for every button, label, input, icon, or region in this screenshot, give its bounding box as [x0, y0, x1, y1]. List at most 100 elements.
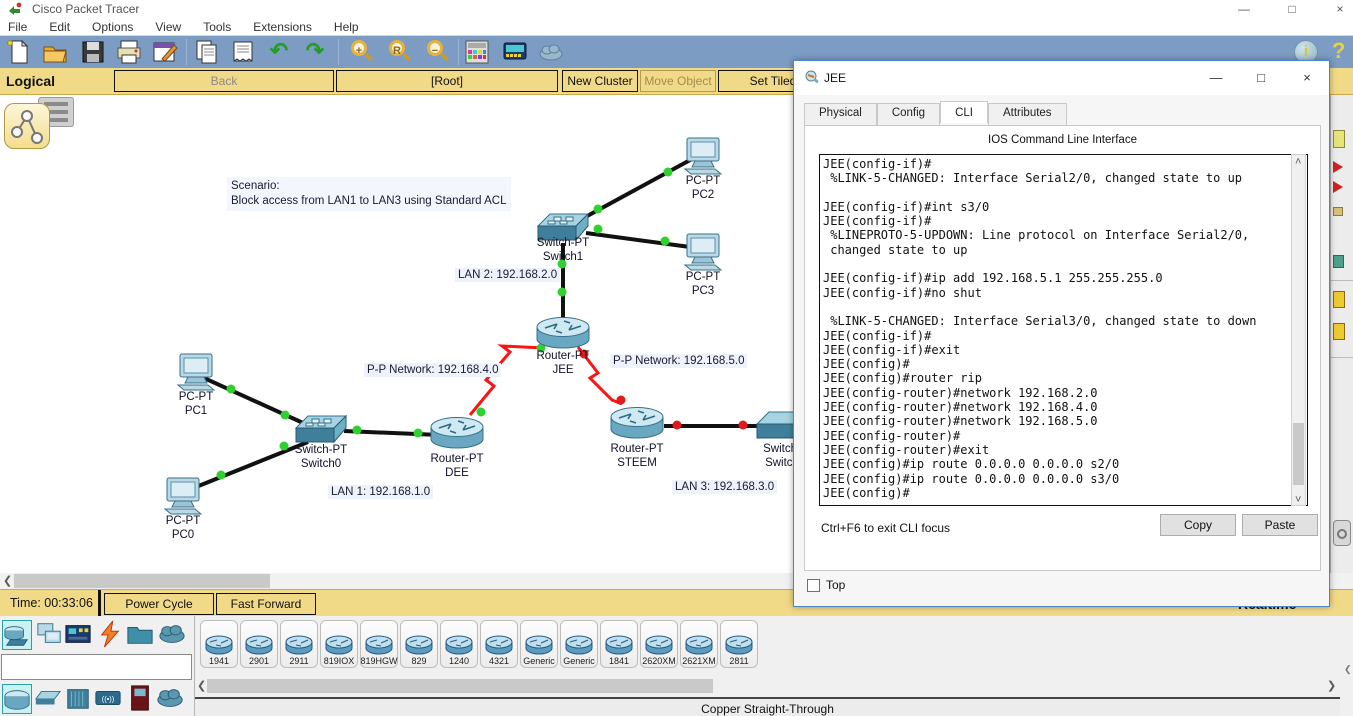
- device-model-button[interactable]: 819HGW: [360, 620, 398, 668]
- cli-terminal[interactable]: JEE(config-if)# %LINK-5-CHANGED: Interfa…: [819, 154, 1308, 506]
- scroll-left-icon[interactable]: ❮: [3, 573, 12, 589]
- tab-config[interactable]: Config: [876, 103, 941, 125]
- device-model-button[interactable]: Generic: [520, 620, 558, 668]
- print-icon[interactable]: [116, 39, 142, 65]
- device-switch0[interactable]: [294, 415, 348, 445]
- palette-scrollbar[interactable]: ❮ ❯: [195, 678, 1340, 694]
- menu-item[interactable]: Tools: [203, 20, 231, 34]
- category-misc-folder-icon[interactable]: [126, 620, 156, 650]
- tab-attributes[interactable]: Attributes: [987, 103, 1067, 125]
- device-model-button[interactable]: 2811: [720, 620, 758, 668]
- activity-wizard-icon[interactable]: [152, 39, 178, 65]
- add-complex-pdu-icon[interactable]: [1333, 323, 1345, 340]
- inspect-tool-icon[interactable]: [1333, 207, 1343, 216]
- top-checkbox[interactable]: [807, 579, 820, 592]
- category-multiuser-cloud-icon[interactable]: [158, 620, 188, 650]
- zoom-in-icon[interactable]: +: [348, 39, 374, 65]
- save-icon[interactable]: [80, 39, 106, 65]
- tab-cli[interactable]: CLI: [940, 101, 988, 123]
- device-pc0[interactable]: [163, 477, 203, 515]
- net-label-pp4[interactable]: P-P Network: 192.168.4.0: [364, 363, 502, 377]
- subcategory-security-icon[interactable]: [126, 684, 156, 714]
- terminal-scroll-thumb[interactable]: [1293, 423, 1304, 485]
- terminal-scrollbar[interactable]: ˄ ˅: [1291, 154, 1306, 506]
- scenario-note[interactable]: Scenario: Block access from LAN1 to LAN3…: [227, 177, 511, 211]
- net-label-lan2[interactable]: LAN 2: 192.168.2.0: [455, 268, 561, 282]
- new-file-icon[interactable]: [6, 39, 32, 65]
- device-model-button[interactable]: 2901: [240, 620, 278, 668]
- new-cluster-button[interactable]: New Cluster: [562, 70, 638, 92]
- fast-forward-button[interactable]: Fast Forward Time: [216, 593, 316, 631]
- device-model-button[interactable]: 1240: [440, 620, 478, 668]
- zoom-reset-icon[interactable]: R: [386, 39, 412, 65]
- close-button[interactable]: ×: [1320, 2, 1353, 16]
- device-model-button[interactable]: 2911: [280, 620, 318, 668]
- panel-collapse-icon[interactable]: ❮: [1344, 664, 1352, 675]
- device-model-button[interactable]: Generic: [560, 620, 598, 668]
- palette-scroll-thumb[interactable]: [207, 679, 713, 693]
- move-object-button[interactable]: Move Object: [640, 70, 716, 92]
- device-model-button[interactable]: 2621XM: [680, 620, 718, 668]
- device-model-button[interactable]: 819IOX: [320, 620, 358, 668]
- device-model-button[interactable]: 1841: [600, 620, 638, 668]
- device-model-button[interactable]: 2620XM: [640, 620, 678, 668]
- menu-item[interactable]: Options: [92, 20, 133, 34]
- restore-button[interactable]: □: [1272, 2, 1312, 16]
- note-tool-icon[interactable]: [1333, 130, 1345, 148]
- menu-item[interactable]: Edit: [49, 20, 70, 34]
- net-label-lan1[interactable]: LAN 1: 192.168.1.0: [328, 485, 434, 499]
- minimize-button[interactable]: —: [1224, 2, 1264, 16]
- device-pc1[interactable]: [176, 353, 216, 391]
- device-router-dee[interactable]: [430, 415, 484, 451]
- subcategory-wireless-icon[interactable]: ((•)): [94, 684, 124, 714]
- copy-button[interactable]: Copy: [1160, 514, 1236, 536]
- palette-scroll-right-icon[interactable]: ❯: [1327, 678, 1336, 694]
- category-components-icon[interactable]: [64, 620, 94, 650]
- tab-physical[interactable]: Physical: [804, 103, 877, 125]
- net-label-pp5[interactable]: P-P Network: 192.168.5.0: [610, 354, 748, 368]
- add-simple-pdu-icon[interactable]: [1333, 291, 1345, 308]
- delete-tool-icon[interactable]: [1333, 161, 1343, 173]
- dialog-close-button[interactable]: ×: [1292, 69, 1322, 87]
- device-type-list-box[interactable]: [1, 654, 192, 680]
- back-button[interactable]: Back: [114, 70, 334, 92]
- menu-item[interactable]: Help: [334, 20, 359, 34]
- subcategory-hubs-icon[interactable]: [64, 684, 94, 714]
- paste-icon[interactable]: [230, 39, 256, 65]
- category-end-devices-icon[interactable]: [36, 620, 66, 650]
- help-icon[interactable]: ?: [1332, 38, 1345, 64]
- undo-icon[interactable]: ↶: [266, 39, 292, 65]
- drawer-toggle-icon[interactable]: [1333, 520, 1351, 546]
- menu-item[interactable]: File: [8, 20, 27, 34]
- subcategory-switches-icon[interactable]: [34, 684, 64, 714]
- power-cycle-button[interactable]: Power Cycle Devices: [104, 593, 214, 631]
- device-router-jee[interactable]: [536, 315, 590, 351]
- terminal-scroll-down-icon[interactable]: ˅: [1295, 492, 1301, 508]
- paste-button[interactable]: Paste: [1242, 514, 1318, 536]
- device-pc2[interactable]: [683, 137, 723, 175]
- device-dialog-icon[interactable]: [502, 39, 528, 65]
- copy-icon[interactable]: [194, 39, 220, 65]
- category-network-devices-icon[interactable]: [2, 620, 32, 650]
- menu-item[interactable]: Extensions: [253, 20, 312, 34]
- resize-tool-icon[interactable]: [1333, 255, 1344, 268]
- palette-scroll-left-icon[interactable]: ❮: [197, 678, 206, 694]
- dialog-title-bar[interactable]: JEE — □ ×: [794, 61, 1329, 95]
- device-model-button[interactable]: 829: [400, 620, 438, 668]
- custom-devices-dialog-icon[interactable]: [464, 39, 490, 65]
- open-folder-icon[interactable]: [42, 39, 68, 65]
- subcategory-routers-icon[interactable]: [2, 684, 32, 714]
- dialog-minimize-button[interactable]: —: [1201, 69, 1231, 87]
- delete-tool-icon2[interactable]: [1333, 181, 1343, 193]
- dialog-maximize-button[interactable]: □: [1246, 69, 1276, 87]
- category-connections-icon[interactable]: [96, 620, 126, 650]
- device-router-steem[interactable]: [610, 405, 664, 441]
- device-model-button[interactable]: 4321: [480, 620, 518, 668]
- subcategory-wan-cloud-icon[interactable]: [156, 684, 186, 714]
- terminal-scroll-up-icon[interactable]: ˄: [1295, 154, 1301, 170]
- logical-mode-label[interactable]: Logical: [6, 73, 55, 89]
- canvas-hscroll-thumb[interactable]: [14, 574, 270, 588]
- menu-item[interactable]: View: [155, 20, 181, 34]
- root-button[interactable]: [Root]: [336, 70, 558, 92]
- device-model-button[interactable]: 1941: [200, 620, 238, 668]
